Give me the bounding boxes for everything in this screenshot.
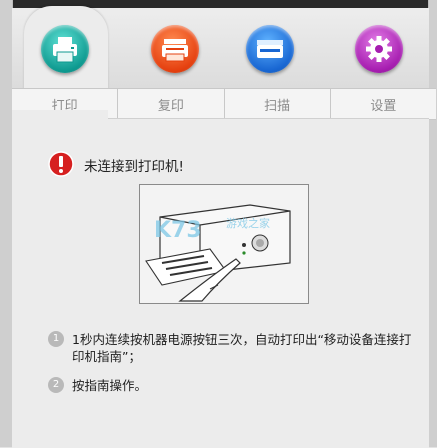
settings-function-button[interactable] bbox=[355, 25, 403, 73]
print-function-button[interactable] bbox=[41, 25, 89, 73]
watermark-logo: K73 bbox=[154, 218, 202, 243]
scan-function-button[interactable] bbox=[246, 25, 294, 73]
tab-scan[interactable]: 扫描 bbox=[225, 89, 331, 119]
tab-copy[interactable]: 复印 bbox=[118, 89, 225, 119]
copier-icon bbox=[162, 39, 188, 62]
svg-text:游戏之家: 游戏之家 bbox=[226, 216, 270, 230]
scanner-icon bbox=[257, 40, 283, 58]
printer-icon bbox=[53, 37, 77, 63]
step-number-badge: 1 bbox=[48, 331, 64, 347]
panel-tab-connector bbox=[12, 110, 108, 136]
settings-gear-icon bbox=[366, 36, 392, 62]
warning-icon bbox=[48, 151, 74, 177]
tab-settings[interactable]: 设置 bbox=[331, 89, 436, 119]
copy-function-button[interactable] bbox=[151, 25, 199, 73]
step-text: 1秒内连续按机器电源按钮三次，自动打印出“移动设备连接打印机指南”； bbox=[72, 332, 412, 364]
step-number-badge: 2 bbox=[48, 377, 64, 393]
connection-status-message: 未连接到打印机! bbox=[84, 159, 184, 175]
printer-power-button-illustration: K73 游戏之家 bbox=[139, 184, 309, 304]
right-frame bbox=[428, 0, 437, 447]
step-text: 按指南操作。 bbox=[72, 378, 148, 393]
